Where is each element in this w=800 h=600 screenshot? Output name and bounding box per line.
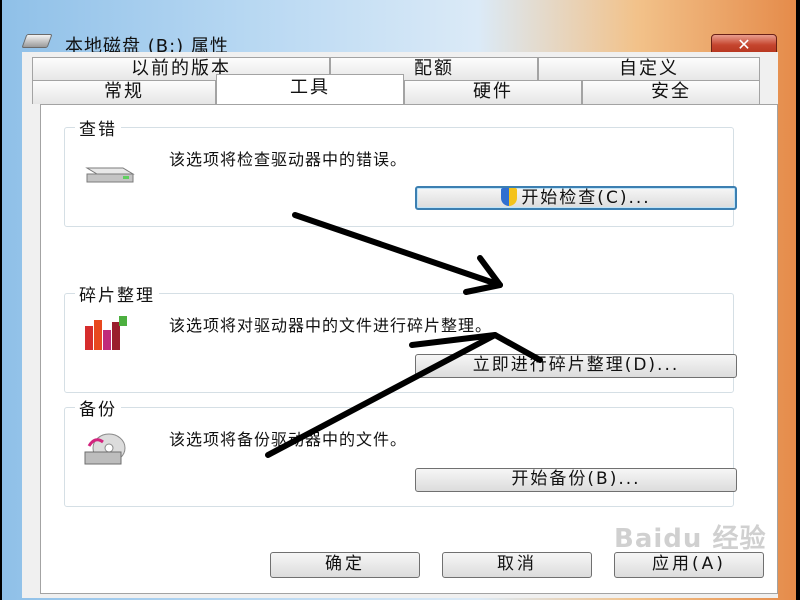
group-description: 该选项将备份驱动器中的文件。 [169,430,408,449]
title-bar[interactable]: 本地磁盘 (B:) 属性 ✕ [2,12,796,57]
cancel-button[interactable]: 取消 [442,552,592,578]
group-label: 查错 [75,115,121,140]
backup-icon [84,433,126,465]
group-description: 该选项将检查驱动器中的错误。 [169,150,408,169]
tab-general[interactable]: 常规 [32,80,216,104]
check-now-button[interactable]: 开始检查(C)... [415,186,737,210]
group-label: 碎片整理 [75,281,159,306]
tab-hardware[interactable]: 硬件 [404,80,582,104]
watermark-logo: Baidu 经验 [614,524,767,554]
drive-icon [21,34,53,48]
tab-tools[interactable]: 工具 [216,74,404,104]
group-error-checking: 查错 该选项将检查驱动器中的错误。 开始检查(C)... [64,115,737,227]
shield-icon [501,188,518,206]
group-backup: 备份 该选项将备份驱动器中的文件。 开始备份(B)... [64,395,737,507]
group-defragmentation: 碎片整理 该选项将对驱动器中的文件进行碎片整理。 立即进行碎片整理(D)... [64,281,737,393]
button-label: 开始检查(C)... [521,188,651,208]
drive-icon [85,167,135,183]
defragment-now-button[interactable]: 立即进行碎片整理(D)... [415,354,737,378]
group-label: 备份 [75,395,121,420]
defrag-icon [85,316,127,350]
group-description: 该选项将对驱动器中的文件进行碎片整理。 [169,316,493,335]
properties-window: 本地磁盘 (B:) 属性 ✕ 以前的版本 配额 自定义 常规 工具 硬件 安全 … [2,0,796,600]
tab-customize[interactable]: 自定义 [538,57,760,81]
dialog-body: 以前的版本 配额 自定义 常规 工具 硬件 安全 查错 该选项将检查驱动器中的错… [22,52,778,598]
apply-button[interactable]: 应用(A) [614,552,764,578]
tab-security[interactable]: 安全 [582,80,760,104]
backup-now-button[interactable]: 开始备份(B)... [415,468,737,492]
ok-button[interactable]: 确定 [270,552,420,578]
